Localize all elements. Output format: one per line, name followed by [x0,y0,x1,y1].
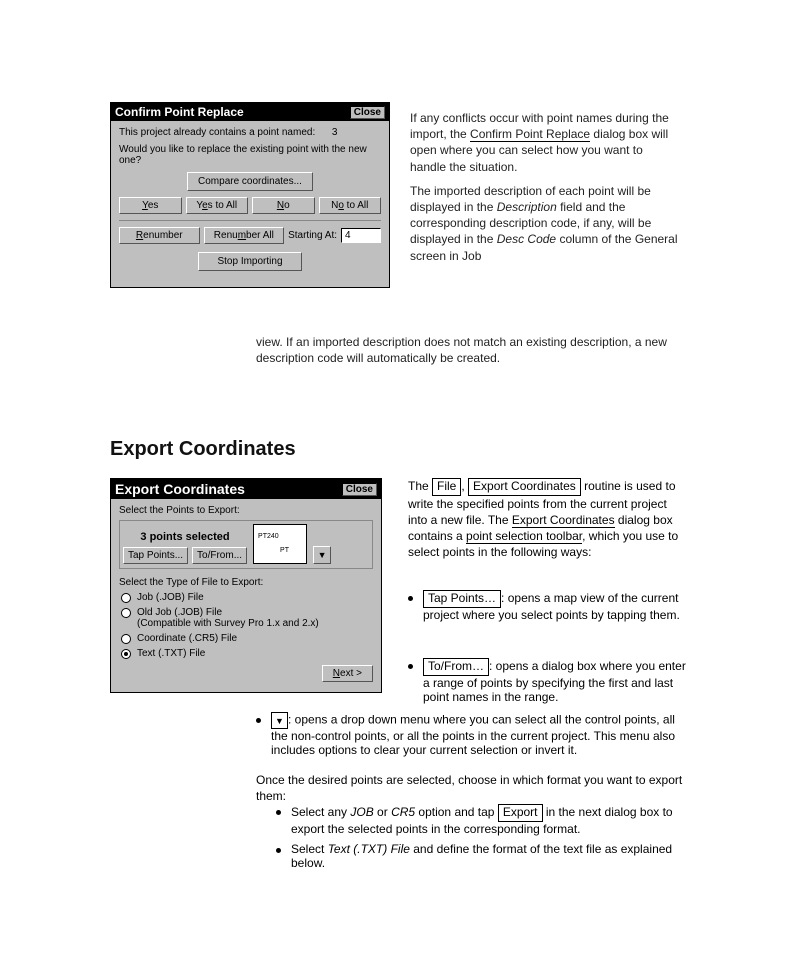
doc-para: view. If an imported description does no… [256,334,686,366]
radio-old-job-file[interactable]: Old Job (.JOB) File (Compatible with Sur… [121,607,373,629]
radio-icon [121,593,131,603]
starting-at-input[interactable]: 4 [341,228,381,243]
tap-points-button[interactable]: Tap Points... [123,547,188,564]
yes-button[interactable]: Yes [119,197,182,214]
point-selection-toolbar: 3 points selected Tap Points... To/From.… [119,520,373,569]
next-button[interactable]: Next > [322,665,373,682]
doc-bullet: To/From…: opens a dialog box where you e… [408,658,688,704]
bullet-text: To/From…: opens a dialog box where you e… [423,658,688,704]
t: : opens a drop down menu where you can s… [271,713,675,757]
close-button[interactable]: Close [350,106,385,119]
doc-para: The imported description of each point w… [410,183,680,264]
button-keycap: To/From… [423,658,489,676]
no-button[interactable]: No [252,197,315,214]
selection-count: 3 points selected [123,530,247,544]
confirm-point-replace-dialog: Confirm Point Replace Close This project… [110,102,390,288]
renumber-button[interactable]: Renumber [119,227,200,244]
t-em: Export Coordinates [512,513,615,528]
radio-label: Job (.JOB) File [137,592,204,603]
radio-label: Old Job (.JOB) File (Compatible with Sur… [137,607,319,629]
radio-icon [121,649,131,659]
selection-dropdown-button[interactable]: ▼ [313,546,331,564]
map-preview[interactable]: PT240 PT [253,524,307,564]
starting-at-label: Starting At: [288,230,337,241]
radio-icon [121,634,131,644]
doc-text-block-1: If any conflicts occur with point names … [410,110,680,272]
t: Select any [291,805,350,819]
t: Select [291,842,328,856]
dropdown-keycap: ▼ [271,712,288,729]
stop-importing-button[interactable]: Stop Importing [198,252,301,271]
radio-job-file[interactable]: Job (.JOB) File [121,592,373,603]
radio-label: Text (.TXT) File [137,648,205,659]
dialog-title: Confirm Point Replace [115,105,244,119]
bullet-icon [408,664,413,669]
t-em: JOB [350,805,373,819]
map-point-label: PT [280,547,289,554]
t-em: Confirm Point Replace [470,127,590,142]
radio-icon [121,608,131,618]
doc-text-continuation: view. If an imported description does no… [256,334,686,366]
doc-para: The File, Export Coordinates routine is … [408,478,688,560]
dialog-body: Select the Points to Export: 3 points se… [111,499,381,692]
doc-bullet: Select Text (.TXT) File and define the f… [276,842,686,870]
doc-text-block-2: The File, Export Coordinates routine is … [408,478,688,570]
bullet-text: Select Text (.TXT) File and define the f… [291,842,686,870]
t-em: Text (.TXT) File [328,842,410,856]
t: or [374,805,391,819]
button-keycap: Tap Points… [423,590,501,608]
close-button[interactable]: Close [342,483,377,496]
section-heading: Export Coordinates [110,438,296,461]
select-type-label: Select the Type of File to Export: [119,577,373,588]
chevron-down-icon: ▼ [318,550,327,560]
bullet-text: ▼: opens a drop down menu where you can … [271,712,686,757]
doc-para: If any conflicts occur with point names … [410,110,680,175]
no-to-all-button[interactable]: No to All [319,197,382,214]
bullet-icon [276,810,281,815]
button-keycap: Export [498,804,543,822]
bullet-icon [408,596,413,601]
compare-coordinates-button[interactable]: Compare coordinates... [187,172,313,191]
t-em: CR5 [391,805,415,819]
dialog-title: Export Coordinates [115,481,245,497]
t: The [408,479,432,493]
select-points-label: Select the Points to Export: [119,505,373,516]
dialog-message-line1: This project already contains a point na… [119,127,381,138]
menu-keycap: File [432,478,461,496]
t: option and tap [415,805,498,819]
radio-label: Coordinate (.CR5) File [137,633,237,644]
dialog-body: This project already contains a point na… [111,121,389,287]
bullet-text: Select any JOB or CR5 option and tap Exp… [291,804,686,836]
yes-to-all-button[interactable]: Yes to All [186,197,249,214]
bullet-icon [276,848,281,853]
t-em: Desc Code [497,232,556,246]
t-em: Description [497,200,557,214]
doc-para: Once the desired points are selected, ch… [256,772,686,804]
bullet-text: Tap Points…: opens a map view of the cur… [423,590,688,622]
radio-coordinate-file[interactable]: Coordinate (.CR5) File [121,633,373,644]
t-em: point selection toolbar [466,529,582,544]
renumber-all-button[interactable]: Renumber All [204,227,285,244]
menu-keycap: Export Coordinates [468,478,581,496]
map-point-label: PT240 [258,533,279,540]
msg-prefix: This project already contains a point na… [119,127,315,138]
point-name-value: 3 [332,127,338,138]
radio-text-file[interactable]: Text (.TXT) File [121,648,373,659]
dialog-titlebar: Confirm Point Replace Close [111,103,389,121]
doc-bullet: Select any JOB or CR5 option and tap Exp… [276,804,686,836]
export-coordinates-dialog: Export Coordinates Close Select the Poin… [110,478,382,693]
doc-bullet: Tap Points…: opens a map view of the cur… [408,590,688,622]
bullet-icon [256,718,261,723]
dialog-message-line2: Would you like to replace the existing p… [119,144,381,166]
to-from-button[interactable]: To/From... [192,547,247,564]
dialog-titlebar: Export Coordinates Close [111,479,381,499]
t: , [461,479,468,493]
doc-bullet: ▼: opens a drop down menu where you can … [256,712,686,757]
chevron-down-icon: ▼ [275,716,284,726]
